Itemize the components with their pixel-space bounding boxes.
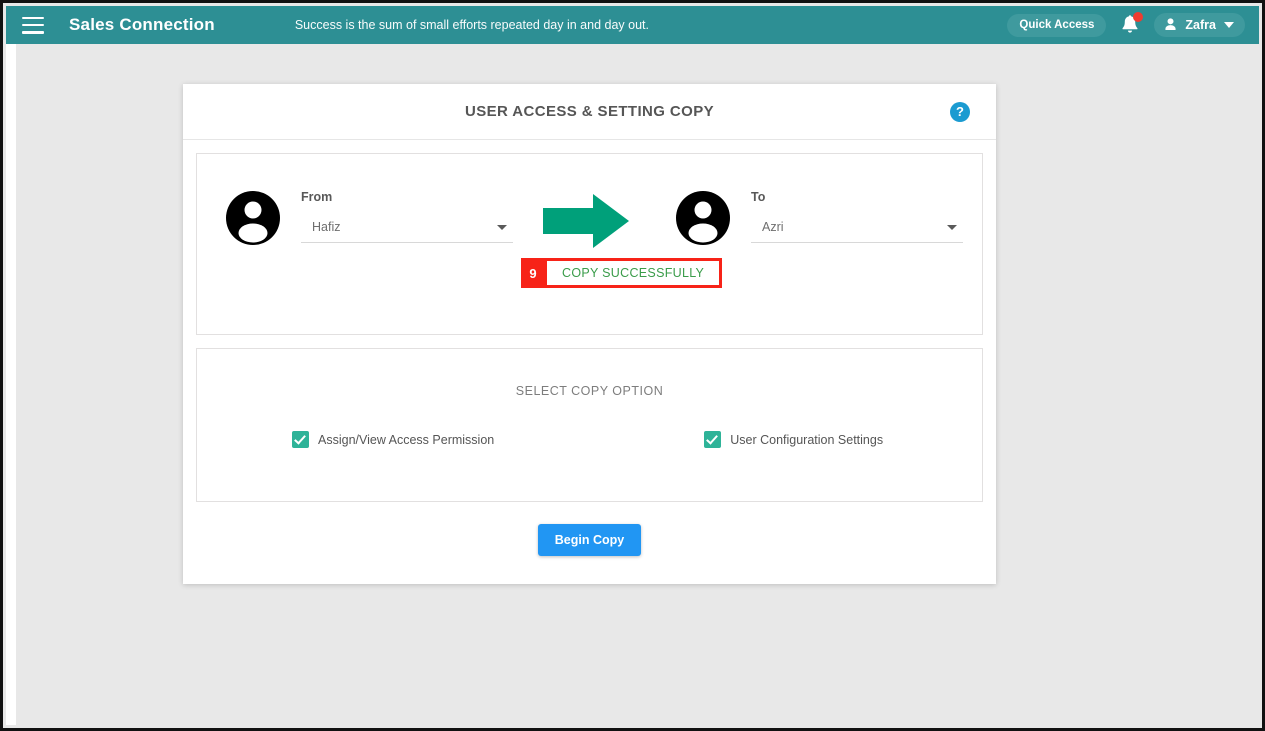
hamburger-line xyxy=(22,31,44,34)
left-sidebar-rail xyxy=(6,44,16,725)
copy-status-message: COPY SUCCESSFULLY xyxy=(562,266,705,280)
notification-bell-icon[interactable] xyxy=(1119,12,1144,37)
from-user-field: From Hafiz xyxy=(301,190,513,243)
option-user-configuration-settings[interactable]: User Configuration Settings xyxy=(704,431,883,448)
hamburger-line xyxy=(22,16,44,19)
app-bar-actions: Quick Access Zafra xyxy=(1007,12,1245,37)
transfer-row: From Hafiz To Azri xyxy=(197,154,982,255)
transfer-panel: From Hafiz To Azri 9 COPY SUCCESSFULLY xyxy=(196,153,983,335)
copy-options-title: SELECT COPY OPTION xyxy=(515,384,664,398)
user-name-label: Zafra xyxy=(1185,17,1216,32)
top-app-bar: Sales Connection Success is the sum of s… xyxy=(6,6,1259,44)
copy-status-annotation: 9 COPY SUCCESSFULLY xyxy=(521,258,723,288)
dropdown-caret-icon xyxy=(947,224,957,230)
to-user-avatar-icon xyxy=(676,191,730,245)
transfer-arrow xyxy=(541,192,631,255)
from-label: From xyxy=(301,190,333,204)
hamburger-menu-icon[interactable] xyxy=(22,16,44,34)
help-circle-icon[interactable]: ? xyxy=(950,101,970,122)
checkbox-checked-icon[interactable] xyxy=(704,431,722,448)
from-user-avatar-icon xyxy=(226,191,280,245)
user-menu-button[interactable]: Zafra xyxy=(1154,13,1245,37)
to-label: To xyxy=(751,190,766,204)
right-arrow-icon xyxy=(543,194,629,248)
page-title: USER ACCESS & SETTING COPY xyxy=(464,103,715,120)
hamburger-line xyxy=(22,23,44,27)
app-tagline: Success is the sum of small efforts repe… xyxy=(294,18,649,32)
dropdown-caret-icon xyxy=(497,224,507,230)
app-brand-title: Sales Connection xyxy=(69,15,215,34)
user-access-copy-card: USER ACCESS & SETTING COPY ? From Hafiz xyxy=(183,84,996,584)
page-body: USER ACCESS & SETTING COPY ? From Hafiz xyxy=(6,44,1259,725)
quick-access-button[interactable]: Quick Access xyxy=(1007,13,1107,37)
option-assign-view-access-permission[interactable]: Assign/View Access Permission xyxy=(292,431,494,448)
chevron-down-icon xyxy=(1224,21,1234,28)
copy-options-panel: SELECT COPY OPTION Assign/View Access Pe… xyxy=(196,348,983,502)
app-screenshot: Sales Connection Success is the sum of s… xyxy=(0,0,1265,731)
option-label: Assign/View Access Permission xyxy=(318,432,495,447)
card-footer: Begin Copy xyxy=(183,502,996,584)
copy-options-list: Assign/View Access Permission User Confi… xyxy=(197,398,982,448)
to-user-value: Azri xyxy=(762,220,784,234)
from-user-select[interactable]: Hafiz xyxy=(301,220,513,243)
notification-badge-dot xyxy=(1133,12,1144,22)
checkbox-checked-icon[interactable] xyxy=(292,431,309,448)
person-icon xyxy=(1165,18,1176,30)
to-user-field: To Azri xyxy=(751,190,963,243)
to-user-select[interactable]: Azri xyxy=(751,220,963,243)
card-header: USER ACCESS & SETTING COPY ? xyxy=(183,84,996,140)
from-user-value: Hafiz xyxy=(312,220,341,234)
status-highlight-box: COPY SUCCESSFULLY xyxy=(544,258,723,288)
option-label: User Configuration Settings xyxy=(730,432,884,447)
begin-copy-button[interactable]: Begin Copy xyxy=(537,524,642,556)
annotation-step-badge: 9 xyxy=(521,258,545,288)
